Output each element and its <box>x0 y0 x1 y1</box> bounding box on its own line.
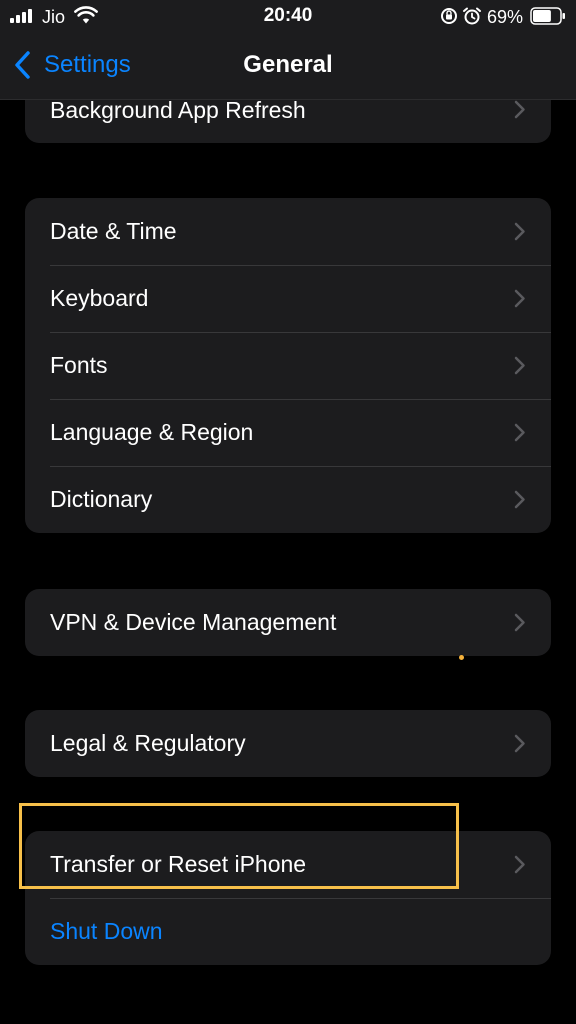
shut-down-button: Shut Down <box>50 918 163 944</box>
top-bar: Jio 20:40 69% Settings General <box>0 0 576 100</box>
row-dictionary[interactable]: Dictionary <box>25 466 551 533</box>
row-label: VPN & Device Management <box>50 609 337 635</box>
row-vpn-device-management[interactable]: VPN & Device Management <box>25 589 551 656</box>
settings-group-legal: Legal & Regulatory <box>25 710 551 777</box>
touch-indicator-dot <box>459 655 464 660</box>
orientation-lock-icon <box>441 8 457 24</box>
page-title: General <box>243 51 333 78</box>
chevron-right-icon <box>514 490 525 509</box>
status-bar: Jio 20:40 69% <box>0 0 576 34</box>
row-transfer-reset-iphone[interactable]: Transfer or Reset iPhone <box>25 831 551 898</box>
row-legal-regulatory[interactable]: Legal & Regulatory <box>25 710 551 777</box>
row-label: Date & Time <box>50 218 177 244</box>
alarm-icon <box>463 7 481 25</box>
row-keyboard[interactable]: Keyboard <box>25 265 551 332</box>
row-shut-down[interactable]: Shut Down <box>25 898 551 965</box>
row-language-region[interactable]: Language & Region <box>25 399 551 466</box>
row-label: Fonts <box>50 352 108 378</box>
settings-group-reset: Transfer or Reset iPhone Shut Down <box>25 831 551 965</box>
chevron-right-icon <box>514 100 525 119</box>
chevron-right-icon <box>514 289 525 308</box>
row-label: Legal & Regulatory <box>50 730 246 756</box>
row-label: Keyboard <box>50 285 149 311</box>
chevron-right-icon <box>514 356 525 375</box>
row-label: Transfer or Reset iPhone <box>50 851 307 877</box>
settings-group-vpn: VPN & Device Management <box>25 589 551 656</box>
chevron-right-icon <box>514 734 525 753</box>
row-label: Language & Region <box>50 419 254 445</box>
chevron-right-icon <box>514 423 525 442</box>
battery-icon <box>530 7 565 25</box>
row-label: Dictionary <box>50 486 153 512</box>
settings-group-locale: Date & Time Keyboard Fonts Language & Re… <box>25 198 551 533</box>
row-date-time[interactable]: Date & Time <box>25 198 551 265</box>
chevron-right-icon <box>514 855 525 874</box>
row-fonts[interactable]: Fonts <box>25 332 551 399</box>
navigation-bar: Settings General <box>0 34 576 99</box>
battery-percent: 69% <box>487 7 524 27</box>
chevron-right-icon <box>514 613 525 632</box>
chevron-right-icon <box>514 222 525 241</box>
